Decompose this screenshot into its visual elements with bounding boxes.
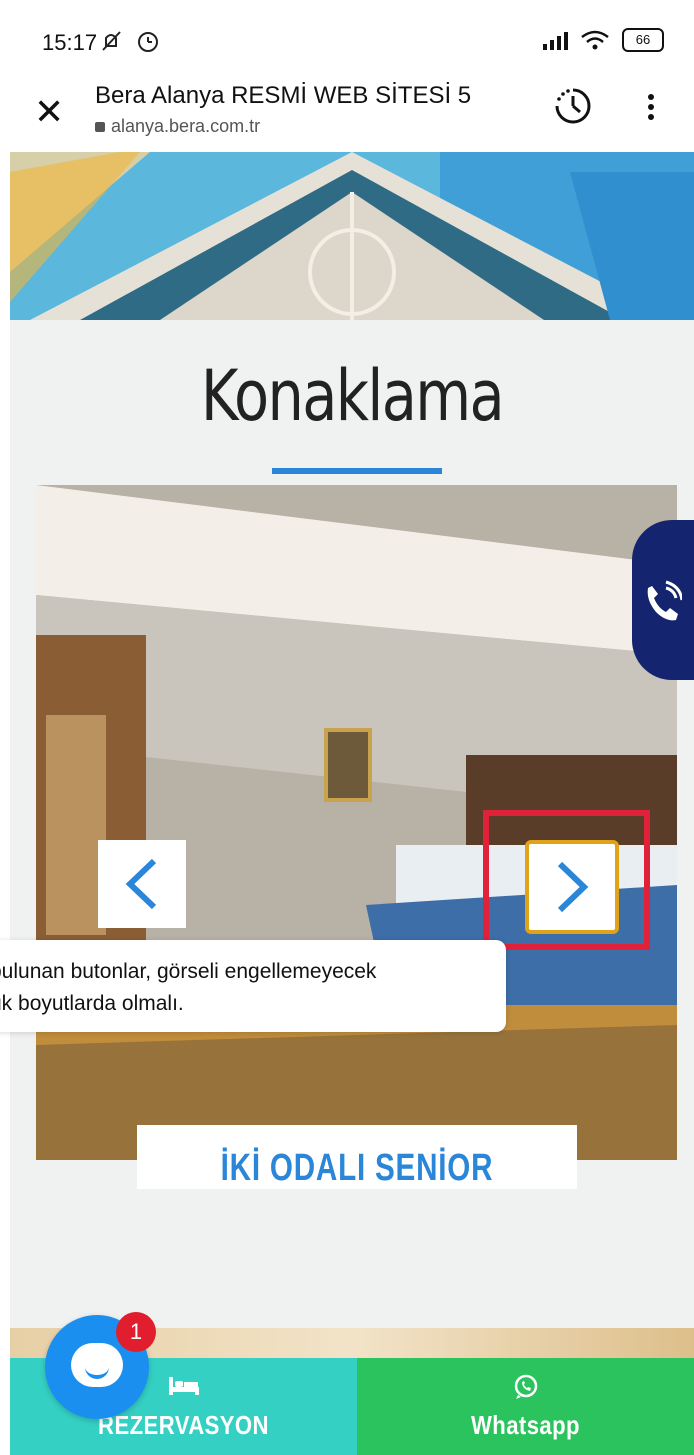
wifi-icon <box>581 30 609 50</box>
status-right: 66 <box>543 28 664 52</box>
prev-slide-button[interactable] <box>98 840 186 928</box>
more-options-icon[interactable] <box>648 90 656 124</box>
section-heading: Konaklama <box>200 355 505 437</box>
heading-underline <box>272 468 442 474</box>
whatsapp-button[interactable]: Whatsapp <box>357 1358 694 1455</box>
status-bar: 15:17 66 <box>0 0 694 80</box>
chat-notification-badge: 1 <box>116 1312 156 1352</box>
annotation-highlight-box <box>483 810 650 950</box>
battery-icon: 66 <box>622 28 664 52</box>
muted-alarm-icons <box>102 31 158 52</box>
status-time: 15:17 <box>42 30 98 55</box>
history-icon[interactable] <box>553 86 593 126</box>
whatsapp-icon-wrap <box>357 1373 694 1401</box>
phone-icon <box>647 580 682 621</box>
page-title: Bera Alanya RESMİ WEB SİTESİ 5 <box>95 82 472 109</box>
url-text: alanya.bera.com.tr <box>111 116 261 136</box>
lock-icon <box>95 122 105 133</box>
notification-icons <box>100 28 170 60</box>
close-icon[interactable]: ✕ <box>34 94 64 130</box>
annotation-tooltip: bulunan butonlar, görseli engellemeyecek… <box>0 940 506 1032</box>
url-bar[interactable]: alanya.bera.com.tr <box>95 116 260 137</box>
room-name-card[interactable]: İKİ ODALI SENİOR SUİT <box>137 1125 577 1189</box>
hero-image <box>10 152 694 320</box>
tooltip-line-1: bulunan butonlar, görseli engellemeyecek <box>0 960 377 983</box>
tooltip-line-2: ük boyutlarda olmalı. <box>0 992 184 1015</box>
pool-aerial-image <box>10 152 694 320</box>
room-name: İKİ ODALI SENİOR SUİT <box>220 1147 494 1189</box>
signal-icon <box>543 30 568 50</box>
call-button[interactable] <box>632 520 694 680</box>
browser-toolbar: ✕ Bera Alanya RESMİ WEB SİTESİ 5 alanya.… <box>0 80 694 152</box>
chevron-left-icon <box>125 858 157 910</box>
whatsapp-label: Whatsapp <box>470 1410 580 1440</box>
whatsapp-icon <box>514 1374 537 1399</box>
bed-icon <box>168 1377 199 1395</box>
